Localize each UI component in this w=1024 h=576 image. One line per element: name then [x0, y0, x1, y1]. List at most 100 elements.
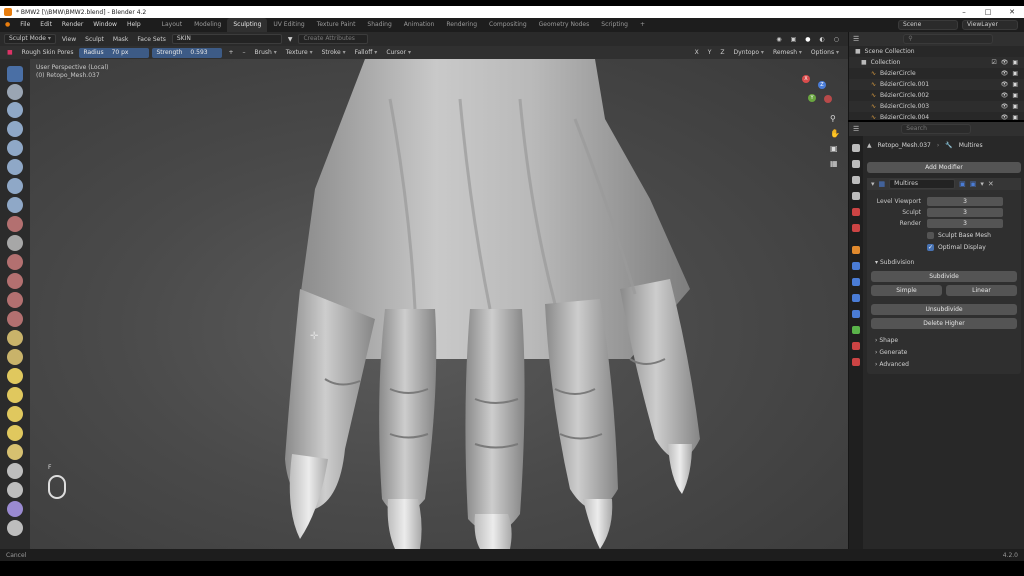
remove-modifier-icon[interactable]: ✕	[988, 180, 994, 188]
menu-file[interactable]: File	[15, 18, 35, 32]
view-layer-tab-icon[interactable]	[852, 192, 860, 200]
clay-strips-icon[interactable]	[7, 121, 23, 137]
visibility-icon[interactable]: 👁	[1001, 90, 1009, 101]
tool-tab-icon[interactable]	[852, 144, 860, 152]
axis-x-toggle[interactable]: X	[692, 47, 702, 58]
axis-y-toggle[interactable]: Y	[705, 47, 715, 58]
render-tab-icon[interactable]	[852, 160, 860, 168]
outliner-item[interactable]: ∿ BézierCircle.001 👁 ▣	[849, 79, 1024, 90]
tab-geometry-nodes[interactable]: Geometry Nodes	[533, 18, 596, 32]
face-sets-menu[interactable]: Face Sets	[134, 34, 168, 45]
checkbox-icon[interactable]: ☑	[991, 57, 996, 68]
collection-row[interactable]: ■ Collection ☑ 👁 ▣	[849, 57, 1024, 68]
transform-icon[interactable]	[7, 520, 23, 536]
fill-icon[interactable]	[7, 273, 23, 289]
draw-sharp-icon[interactable]	[7, 84, 23, 100]
xray-icon[interactable]: ▣	[788, 34, 800, 45]
brush-menu[interactable]: Brush	[251, 47, 279, 58]
realtime-toggle-icon[interactable]: ▣	[970, 180, 977, 188]
view-layer-selector[interactable]: ViewLayer	[962, 20, 1018, 30]
outliner-filter-icon[interactable]: ☰	[853, 35, 859, 43]
cursor-menu[interactable]: Cursor	[383, 47, 414, 58]
dropdown-icon[interactable]: ▾	[980, 180, 984, 188]
physics-tab-icon[interactable]	[852, 294, 860, 302]
add-modifier-button[interactable]: Add Modifier	[867, 162, 1021, 173]
camera-icon[interactable]: ▣	[830, 144, 838, 153]
subdivision-section[interactable]: ▾ Subdivision	[867, 257, 1021, 269]
advanced-section[interactable]: › Advanced	[867, 359, 1021, 371]
grab-icon[interactable]	[7, 349, 23, 365]
inflate-icon[interactable]	[7, 178, 23, 194]
flatten-icon[interactable]	[7, 254, 23, 270]
blender-menu-icon[interactable]: ●	[0, 18, 15, 32]
view-menu[interactable]: View	[59, 34, 79, 45]
texture-menu[interactable]: Texture	[283, 47, 316, 58]
properties-type-icon[interactable]: ☰	[853, 125, 859, 133]
zoom-icon[interactable]: ⚲	[830, 114, 836, 123]
axis-z-toggle[interactable]: Z	[717, 47, 727, 58]
scene-selector[interactable]: Scene	[898, 20, 958, 30]
level-viewport-field[interactable]: 3	[927, 197, 1003, 206]
unsubdivide-button[interactable]: Unsubdivide	[871, 304, 1017, 315]
multiplane-scrape-icon[interactable]	[7, 311, 23, 327]
falloff-menu[interactable]: Falloff	[352, 47, 381, 58]
material-field[interactable]: SKIN	[171, 34, 282, 44]
render-icon[interactable]: ▣	[1012, 90, 1018, 101]
tab-modeling[interactable]: Modeling	[188, 18, 227, 32]
scene-collection-row[interactable]: ■ Scene Collection	[849, 46, 1024, 57]
tab-scripting[interactable]: Scripting	[595, 18, 634, 32]
pose-icon[interactable]	[7, 425, 23, 441]
gizmo-neg-x-icon[interactable]	[824, 95, 832, 103]
shape-section[interactable]: › Shape	[867, 335, 1021, 347]
overlay-icon[interactable]: ◉	[773, 34, 784, 45]
rotate-icon[interactable]	[7, 463, 23, 479]
generate-section[interactable]: › Generate	[867, 347, 1021, 359]
render-icon[interactable]: ▣	[1012, 57, 1018, 68]
smooth-icon[interactable]	[7, 235, 23, 251]
shading-rendered-icon[interactable]: ○	[831, 34, 842, 45]
snake-hook-icon[interactable]	[7, 387, 23, 403]
tab-sculpting[interactable]: Sculpting	[227, 18, 268, 32]
edit-mode-toggle-icon[interactable]: ▣	[959, 180, 966, 188]
output-tab-icon[interactable]	[852, 176, 860, 184]
render-icon[interactable]: ▣	[1012, 68, 1018, 79]
thumb-icon[interactable]	[7, 406, 23, 422]
menu-window[interactable]: Window	[88, 18, 122, 32]
tab-shading[interactable]: Shading	[361, 18, 397, 32]
outliner-item[interactable]: ∿ BézierCircle.002 👁 ▣	[849, 90, 1024, 101]
shading-solid-icon[interactable]: ●	[802, 34, 813, 45]
scrape-icon[interactable]	[7, 292, 23, 308]
elastic-deform-icon[interactable]	[7, 368, 23, 384]
tab-animation[interactable]: Animation	[398, 18, 441, 32]
gizmo-x-icon[interactable]: X	[802, 75, 810, 83]
visibility-icon[interactable]: 👁	[1001, 79, 1009, 90]
add-icon[interactable]: +	[225, 47, 236, 58]
tab-compositing[interactable]: Compositing	[483, 18, 533, 32]
mode-selector[interactable]: Sculpt Mode	[4, 34, 56, 44]
brush-name[interactable]: Rough Skin Pores	[19, 47, 77, 58]
simple-button[interactable]: Simple	[871, 285, 942, 296]
delete-higher-button[interactable]: Delete Higher	[871, 318, 1017, 329]
sculpt-base-mesh-checkbox[interactable]	[927, 231, 934, 239]
gizmo-z-icon[interactable]: Z	[818, 81, 826, 89]
optimal-display-checkbox[interactable]: ✓	[927, 243, 934, 251]
tab-layout[interactable]: Layout	[156, 18, 188, 32]
world-tab-icon[interactable]	[852, 224, 860, 232]
tab-rendering[interactable]: Rendering	[440, 18, 483, 32]
shading-material-icon[interactable]: ◐	[817, 34, 828, 45]
outliner-search[interactable]: ⚲	[903, 34, 994, 44]
tab-uv-editing[interactable]: UV Editing	[267, 18, 310, 32]
sculpt-level-field[interactable]: 3	[927, 208, 1003, 217]
object-tab-icon[interactable]	[852, 246, 860, 254]
menu-render[interactable]: Render	[57, 18, 88, 32]
strength-field[interactable]: Strength 0.593	[152, 47, 223, 58]
nudge-icon[interactable]	[7, 444, 23, 460]
scene-tab-icon[interactable]	[852, 208, 860, 216]
menu-help[interactable]: Help	[122, 18, 146, 32]
modifier-tab-icon[interactable]	[852, 262, 860, 270]
visibility-icon[interactable]: 👁	[1001, 68, 1009, 79]
create-attributes-button[interactable]: Create Attributes	[298, 34, 369, 44]
3d-viewport[interactable]: ✛ F Z X Y ⚲ ✋ ▣ ▦	[30, 59, 848, 549]
gizmo-y-icon[interactable]: Y	[808, 94, 816, 102]
tab-texture-paint[interactable]: Texture Paint	[311, 18, 362, 32]
